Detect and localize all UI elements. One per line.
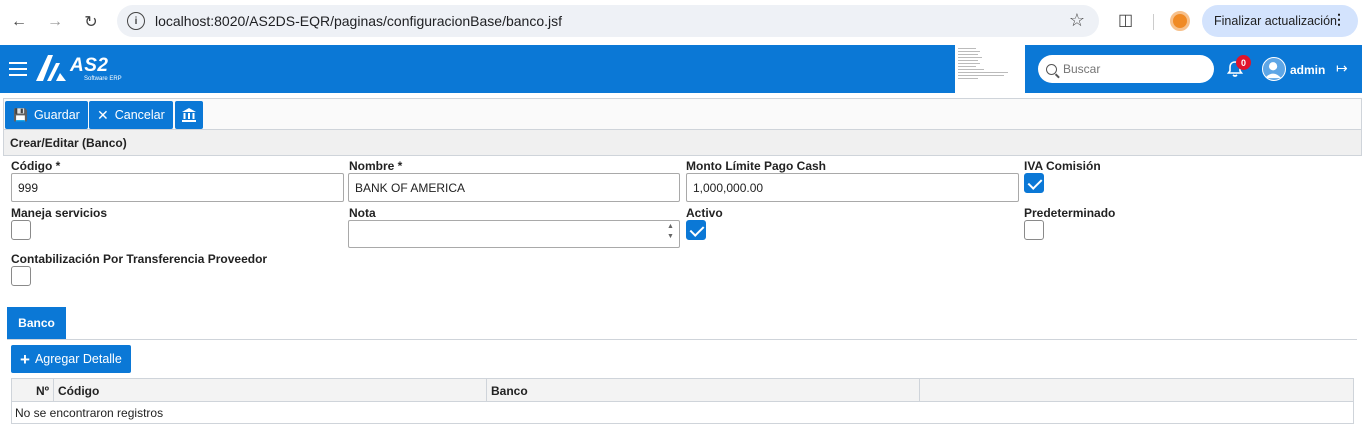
page-thumbnail — [955, 45, 1025, 93]
predeterminado-label: Predeterminado — [1024, 206, 1116, 220]
detail-table: Nº Código Banco No se encontraron regist… — [11, 378, 1354, 424]
table-header: Nº Código Banco — [12, 379, 1353, 402]
bookmark-star-icon[interactable]: ☆ — [1069, 10, 1085, 31]
brand-subtitle: Software ERP — [84, 76, 122, 82]
nota-field[interactable] — [348, 220, 680, 248]
col-numero[interactable]: Nº — [12, 379, 54, 401]
contabilizacion-checkbox[interactable] — [11, 266, 31, 286]
empty-message: No se encontraron registros — [15, 406, 164, 420]
activo-label: Activo — [686, 206, 723, 220]
forward-icon[interactable]: → — [43, 10, 67, 34]
update-label: Finalizar actualización — [1214, 14, 1337, 28]
iva-comision-checkbox[interactable] — [1024, 173, 1044, 193]
profile-icon[interactable] — [1170, 11, 1190, 31]
monto-field[interactable]: 1,000,000.00 — [686, 173, 1019, 202]
col-extra — [920, 379, 1353, 401]
contabilizacion-label: Contabilización Por Transferencia Provee… — [11, 252, 268, 266]
search-icon — [1046, 63, 1057, 75]
codigo-field[interactable]: 999 — [11, 173, 344, 202]
back-icon[interactable]: ← — [7, 10, 31, 34]
maneja-servicios-label: Maneja servicios — [11, 206, 108, 220]
app-header: AS2 Software ERP 0 admin ↦ — [0, 45, 1362, 93]
tab-banco[interactable]: Banco — [7, 307, 66, 339]
nota-spinner-icon[interactable]: ▲ ▼ — [667, 222, 1359, 242]
save-label: Guardar — [33, 108, 80, 122]
col-codigo[interactable]: Código — [54, 379, 487, 401]
nombre-field[interactable]: BANK OF AMERICA — [348, 173, 680, 202]
codigo-label: Código * — [11, 159, 61, 173]
action-toolbar: 💾 Guardar ✕ Cancelar — [3, 98, 1362, 130]
iva-comision-label: IVA Comisión — [1024, 159, 1101, 173]
nota-label: Nota — [349, 206, 376, 220]
predeterminado-checkbox[interactable] — [1024, 220, 1044, 240]
extensions-icon[interactable]: ◫ — [1118, 10, 1133, 30]
save-button[interactable]: 💾 Guardar — [5, 101, 88, 129]
tab-divider — [7, 339, 1357, 340]
cancel-label: Cancelar — [114, 108, 165, 122]
search-box[interactable] — [1038, 55, 1214, 83]
brand-name: AS2 — [70, 55, 109, 76]
notifications-badge: 0 — [1236, 55, 1251, 70]
user-avatar-icon[interactable] — [1262, 57, 1286, 81]
browser-chrome: ← → ↻ i localhost:8020/AS2DS-EQR/paginas… — [0, 0, 1362, 44]
site-info-icon[interactable]: i — [127, 12, 145, 30]
plus-icon: + — [20, 349, 30, 369]
panel-title: Crear/Editar (Banco) — [3, 130, 1362, 156]
update-button[interactable]: Finalizar actualización ⋮ — [1202, 5, 1358, 37]
add-detail-button[interactable]: + Agregar Detalle — [11, 345, 131, 373]
more-menu-icon[interactable]: ⋮ — [1332, 11, 1346, 28]
search-input[interactable] — [1063, 62, 1203, 76]
address-bar[interactable]: i localhost:8020/AS2DS-EQR/paginas/confi… — [117, 5, 1099, 37]
col-banco[interactable]: Banco — [487, 379, 920, 401]
save-icon: 💾 — [13, 108, 28, 122]
add-detail-label: Agregar Detalle — [34, 352, 122, 366]
activo-checkbox[interactable] — [686, 220, 706, 240]
logo-mark-icon — [36, 55, 66, 81]
logout-icon[interactable]: ↦ — [1336, 60, 1348, 77]
nombre-label: Nombre * — [349, 159, 403, 173]
url-text: localhost:8020/AS2DS-EQR/paginas/configu… — [155, 13, 563, 29]
menu-icon[interactable] — [9, 62, 27, 80]
monto-label: Monto Límite Pago Cash — [686, 159, 827, 173]
bank-button[interactable] — [175, 101, 203, 129]
bank-icon — [182, 108, 196, 122]
username[interactable]: admin — [1290, 63, 1325, 77]
maneja-servicios-checkbox[interactable] — [11, 220, 31, 240]
close-icon: ✕ — [97, 106, 109, 123]
toolbar-divider — [1153, 14, 1154, 30]
reload-icon[interactable]: ↻ — [79, 10, 103, 34]
cancel-button[interactable]: ✕ Cancelar — [89, 101, 173, 129]
